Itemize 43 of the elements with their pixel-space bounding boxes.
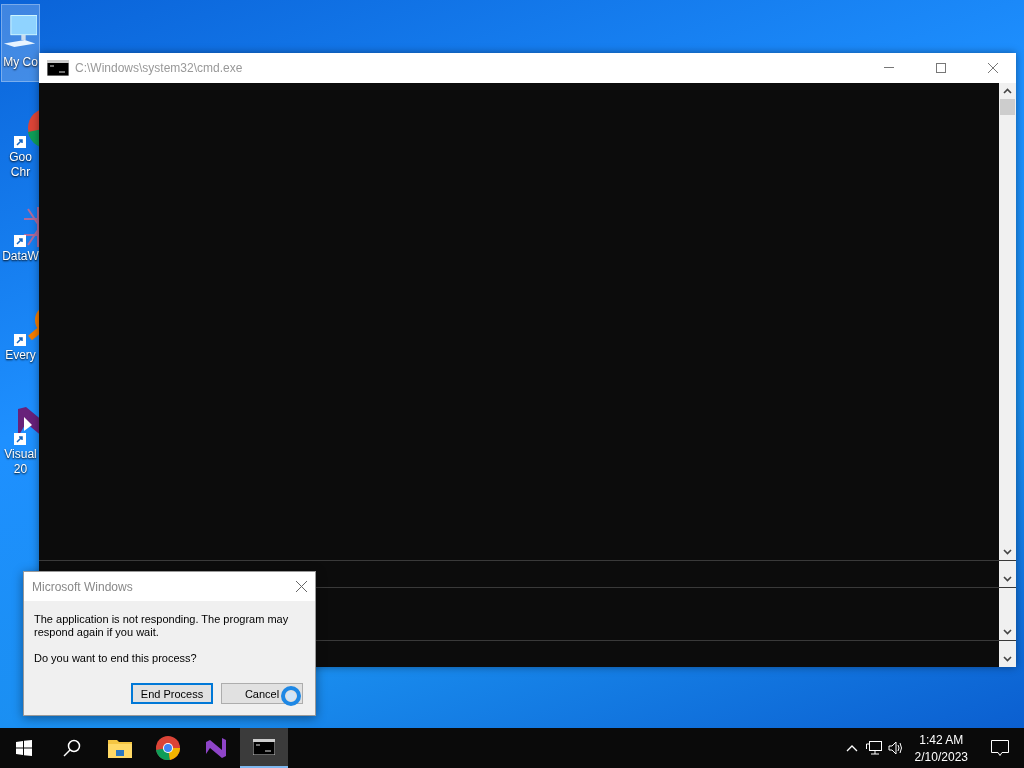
icon-label: Goo	[9, 150, 32, 165]
desktop-icon[interactable]: My Co	[2, 5, 39, 81]
minimize-icon[interactable]	[884, 67, 894, 69]
icon-label: My Co	[3, 55, 38, 70]
browser-icon	[156, 736, 180, 760]
grid-icon	[14, 205, 39, 249]
scrollbar[interactable]	[999, 83, 1016, 560]
busy-cursor-icon	[281, 686, 301, 706]
network-icon[interactable]	[865, 741, 882, 755]
desktop-icon[interactable]: Visual 20	[2, 401, 39, 477]
clock-date[interactable]: 2/10/2023	[914, 749, 968, 764]
maximize-icon[interactable]	[936, 63, 946, 73]
search-icon[interactable]	[63, 739, 81, 757]
clock-time[interactable]: 1:42 AM	[919, 732, 964, 747]
icon-label: Chr	[10, 165, 31, 180]
window-title: C:\Windows\system32\cmd.exe	[75, 61, 244, 75]
console-icon	[47, 60, 69, 76]
chevron-up-icon[interactable]	[845, 744, 858, 752]
icon-label: DataW	[2, 249, 39, 264]
scroll-down-icon[interactable]	[1003, 656, 1012, 662]
dialog-title: Microsoft Windows	[32, 579, 133, 594]
speech-bubble-icon[interactable]	[991, 739, 1009, 757]
volume-icon[interactable]	[887, 741, 904, 755]
taskbar-app[interactable]	[240, 728, 288, 768]
folder-icon	[108, 738, 132, 758]
console-icon	[253, 739, 275, 755]
icon-label: Every	[5, 348, 36, 363]
windows-logo-icon[interactable]	[16, 740, 32, 756]
scroll-down-icon[interactable]	[1003, 549, 1012, 555]
icon-label: Visual	[4, 447, 37, 462]
scroll-down-icon[interactable]	[1003, 629, 1012, 635]
scroll-down-icon[interactable]	[1003, 576, 1012, 582]
desktop-icon[interactable]: DataW	[2, 203, 39, 279]
desktop-icon[interactable]: Every	[2, 302, 39, 378]
scroll-thumb[interactable]	[1000, 99, 1015, 115]
close-icon[interactable]	[296, 581, 307, 592]
icon-label: 20	[13, 462, 28, 477]
close-icon[interactable]	[988, 63, 998, 73]
dialog-question: Do you want to end this process?	[34, 652, 198, 665]
studio-icon	[204, 736, 228, 760]
scroll-up-icon[interactable]	[1003, 88, 1012, 94]
dialog-button[interactable]: End Process	[131, 683, 213, 704]
dialog-message: The application is not responding. The program may respond again if you wait.	[34, 613, 290, 639]
